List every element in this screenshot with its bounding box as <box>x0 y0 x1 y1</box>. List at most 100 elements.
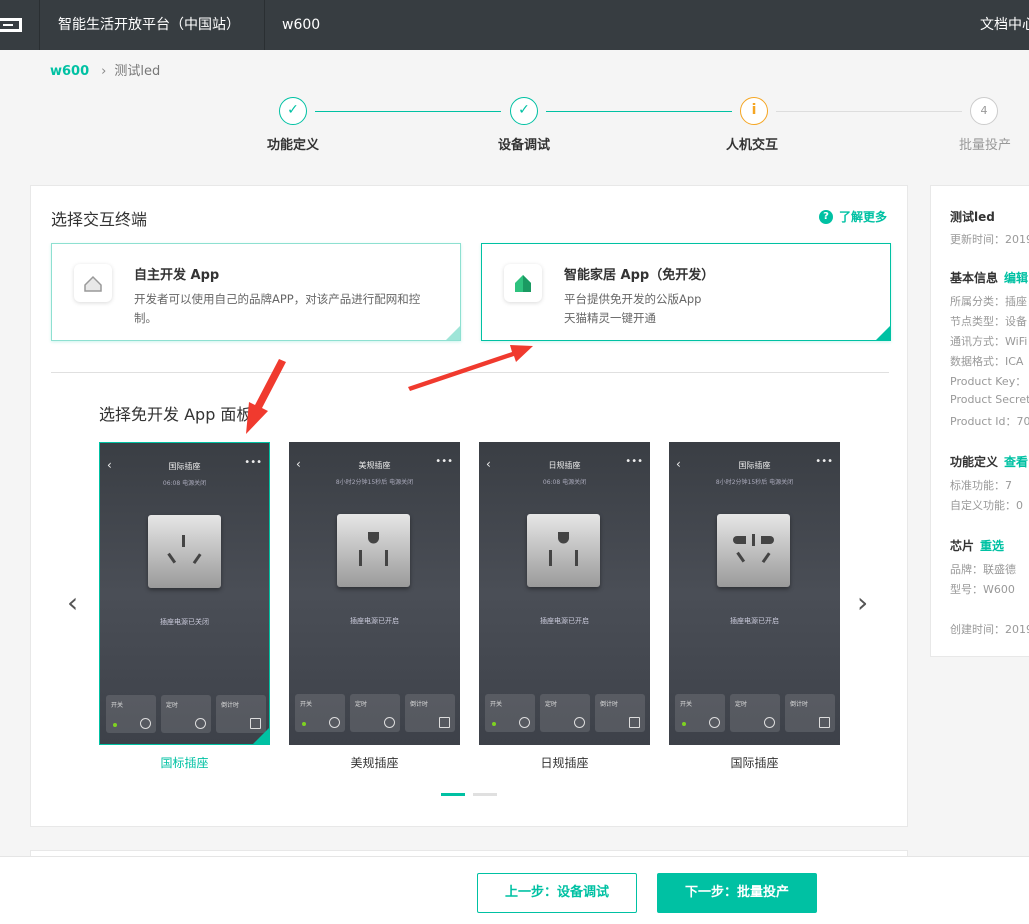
screen-status: 插座电源已开启 <box>730 617 779 625</box>
more-icon: ••• <box>815 456 833 467</box>
panel-label[interactable]: 美规插座 <box>289 754 460 771</box>
socket-image <box>337 514 410 587</box>
logo-mark <box>0 18 22 32</box>
option-description: 平台提供免开发的公版App 天猫精灵一键开通 <box>564 290 864 328</box>
interaction-terminal-card: 选择交互终端 ? 了解更多 自主开发 App 开发者可以使用自己的品牌APP，对… <box>30 185 908 827</box>
option-smart-home-app[interactable]: 智能家居 App（免开发） 平台提供免开发的公版App 天猫精灵一键开通 <box>481 243 891 341</box>
panel-card-jp-plug[interactable]: ‹ 日规插座 ••• 06:08 电源关闭 插座电源已开启 开关 定时 倒计时 <box>479 442 650 745</box>
panel-label[interactable]: 国标插座 <box>99 754 270 771</box>
function-heading: 功能定义 查看 <box>950 453 1028 470</box>
control-switch: 开关 <box>485 694 535 732</box>
panel-card-intl-plug[interactable]: ‹ 国际插座 ••• 8小时2分钟15秒后 电源关闭 插座电源已开启 开关 定时… <box>669 442 840 745</box>
docs-link[interactable]: 文档中心 <box>980 0 1029 50</box>
next-step-button[interactable]: 下一步：批量投产 <box>657 873 817 913</box>
screen-subtitle: 8小时2分钟15秒后 电源关闭 <box>335 479 414 486</box>
product-key: Product Key： <box>950 375 1027 388</box>
panel-section-title: 选择免开发 App 面板 <box>99 405 253 424</box>
top-nav-bar: 智能生活开放平台（中国站） w600 文档中心 <box>0 0 1029 50</box>
smart-home-icon <box>504 264 542 302</box>
standard-functions: 标准功能：7 <box>950 479 1012 492</box>
control-timer: 定时 <box>161 695 211 733</box>
step-connector <box>776 111 962 112</box>
chip-heading: 芯片 重选 <box>950 537 1004 554</box>
carousel-page-2[interactable] <box>473 793 497 796</box>
breadcrumb-parent[interactable]: w600 <box>50 64 89 79</box>
comm-method: 通讯方式：WiFi <box>950 335 1028 348</box>
function-title: 功能定义 <box>950 455 999 469</box>
edit-link[interactable]: 编辑 <box>1004 271 1028 285</box>
socket-image <box>148 515 221 588</box>
control-countdown: 倒计时 <box>785 694 835 732</box>
updated-time: 更新时间：2019 <box>950 233 1029 246</box>
status-dot <box>682 722 686 726</box>
learn-more-link[interactable]: ? 了解更多 <box>818 208 887 225</box>
status-dot <box>302 722 306 726</box>
status-dot <box>492 722 496 726</box>
node-type: 节点类型：设备 <box>950 315 1027 328</box>
step-connector <box>315 111 501 112</box>
data-format: 数据格式：ICA <box>950 355 1024 368</box>
power-icon <box>329 717 340 728</box>
selected-corner-check <box>876 326 890 340</box>
option-desc-line-2: 天猫精灵一键开通 <box>564 311 656 325</box>
control-label: 倒计时 <box>410 701 429 708</box>
basic-info-title: 基本信息 <box>950 271 999 285</box>
product-id: Product Id：70 <box>950 415 1029 428</box>
panel-label[interactable]: 国际插座 <box>669 754 840 771</box>
carousel-page-1[interactable] <box>441 793 465 796</box>
hourglass-icon <box>819 717 830 728</box>
step-connector <box>546 111 732 112</box>
custom-functions: 自定义功能：0 <box>950 499 1023 512</box>
reselect-link[interactable]: 重选 <box>980 539 1004 553</box>
control-label: 开关 <box>490 701 503 708</box>
screen-status: 插座电源已关闭 <box>160 618 209 626</box>
panel-label[interactable]: 日规插座 <box>479 754 650 771</box>
question-icon: ? <box>818 209 833 224</box>
product-info-sidebar: 测试led 更新时间：2019 基本信息 编辑 所属分类：插座 节点类型：设备 通… <box>930 185 1029 657</box>
step-label-mass-production[interactable]: 批量投产 <box>940 134 1029 153</box>
learn-more-label: 了解更多 <box>838 210 887 224</box>
section-divider <box>51 372 889 373</box>
screen-subtitle: 06:08 电源关闭 <box>162 480 207 487</box>
platform-title[interactable]: 智能生活开放平台（中国站） <box>40 0 265 50</box>
control-label: 开关 <box>300 701 313 708</box>
panel-card-cn-plug[interactable]: ‹ 国际插座 ••• 06:08 电源关闭 插座电源已关闭 开关 定时 倒计时 <box>99 442 270 745</box>
panel-card-us-plug[interactable]: ‹ 美规插座 ••• 8小时2分钟15秒后 电源关闭 插座电源已开启 开关 定时… <box>289 442 460 745</box>
selected-check-icon <box>253 728 269 744</box>
screen-status: 插座电源已开启 <box>540 617 589 625</box>
step-label-hmi[interactable]: 人机交互 <box>707 134 797 153</box>
step-label-function-define[interactable]: 功能定义 <box>248 134 338 153</box>
control-label: 开关 <box>111 702 124 709</box>
control-label: 倒计时 <box>600 701 619 708</box>
progress-stepper: ✓ 功能定义 ✓ 设备调试 i 人机交互 4 批量投产 <box>0 95 1029 155</box>
clock-icon <box>574 717 585 728</box>
screen-status: 插座电源已开启 <box>350 617 399 625</box>
step-label-device-debug[interactable]: 设备调试 <box>479 134 569 153</box>
control-timer: 定时 <box>540 694 590 732</box>
control-timer: 定时 <box>350 694 400 732</box>
chevron-left-icon[interactable]: ‹ <box>67 586 78 619</box>
product-name[interactable]: w600 <box>282 0 320 50</box>
product-name: 测试led <box>950 210 995 224</box>
option-title: 智能家居 App（免开发） <box>564 268 715 283</box>
home-icon <box>74 264 112 302</box>
breadcrumb-current: 测试led <box>114 64 161 79</box>
footer-action-bar: 上一步：设备调试 下一步：批量投产 <box>0 856 1029 924</box>
clock-icon <box>384 717 395 728</box>
chevron-right-icon[interactable]: › <box>857 586 868 619</box>
option-custom-app[interactable]: 自主开发 App 开发者可以使用自己的品牌APP，对该产品进行配网和控制。 <box>51 243 461 341</box>
prev-step-button[interactable]: 上一步：设备调试 <box>477 873 637 913</box>
power-icon <box>709 717 720 728</box>
socket-image <box>527 514 600 587</box>
control-switch: 开关 <box>106 695 156 733</box>
aliyun-logo[interactable] <box>0 0 40 50</box>
basic-info-heading: 基本信息 编辑 <box>950 269 1028 286</box>
control-countdown: 倒计时 <box>595 694 645 732</box>
created-time: 创建时间：2019 <box>950 623 1029 636</box>
control-countdown: 倒计时 <box>405 694 455 732</box>
more-icon: ••• <box>435 456 453 467</box>
view-link[interactable]: 查看 <box>1004 455 1028 469</box>
status-dot <box>113 723 117 727</box>
screen-subtitle: 06:08 电源关闭 <box>542 479 587 486</box>
control-timer: 定时 <box>730 694 780 732</box>
